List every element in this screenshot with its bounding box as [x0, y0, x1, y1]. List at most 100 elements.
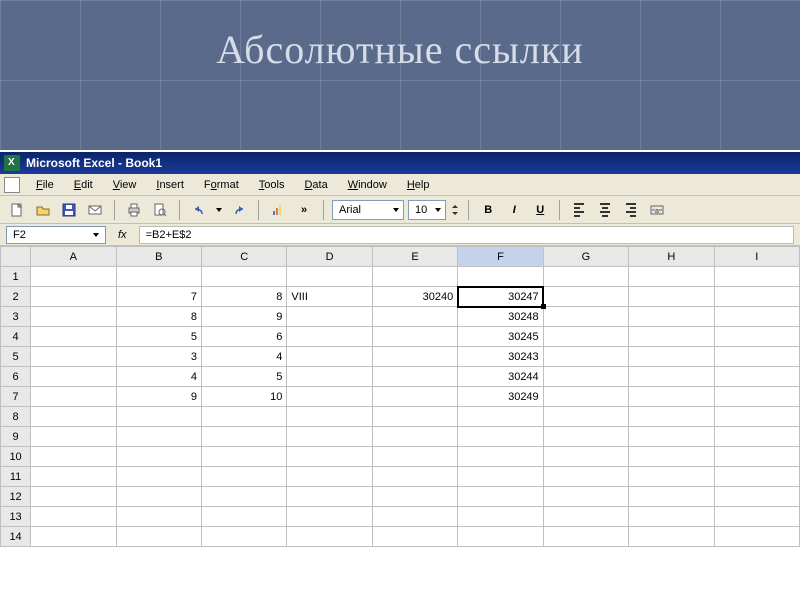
fx-label[interactable]: fx — [114, 229, 131, 241]
new-icon[interactable] — [6, 199, 28, 221]
cell-B4[interactable]: 5 — [116, 327, 201, 347]
merge-center-icon[interactable]: a — [646, 199, 668, 221]
cell-B7[interactable]: 9 — [116, 387, 201, 407]
cell-I7[interactable] — [714, 387, 799, 407]
cell-B11[interactable] — [116, 467, 201, 487]
cell-F3[interactable]: 30248 — [458, 307, 543, 327]
cell-G6[interactable] — [543, 367, 628, 387]
cell-G3[interactable] — [543, 307, 628, 327]
cell-C7[interactable]: 10 — [201, 387, 286, 407]
align-left-icon[interactable] — [568, 199, 590, 221]
cell-I11[interactable] — [714, 467, 799, 487]
col-header-A[interactable]: A — [31, 247, 116, 267]
cell-D14[interactable] — [287, 527, 372, 547]
row-header-4[interactable]: 4 — [1, 327, 31, 347]
cell-B3[interactable]: 8 — [116, 307, 201, 327]
cell-C5[interactable]: 4 — [201, 347, 286, 367]
cell-G13[interactable] — [543, 507, 628, 527]
cell-F1[interactable] — [458, 267, 543, 287]
cell-C14[interactable] — [201, 527, 286, 547]
cell-I3[interactable] — [714, 307, 799, 327]
cell-H11[interactable] — [629, 467, 714, 487]
cell-I1[interactable] — [714, 267, 799, 287]
cell-C9[interactable] — [201, 427, 286, 447]
spreadsheet-grid[interactable]: A B C D E F G H I 1278VIII30240302473893… — [0, 246, 800, 606]
cell-C13[interactable] — [201, 507, 286, 527]
menu-view[interactable]: View — [103, 177, 147, 193]
cell-H8[interactable] — [629, 407, 714, 427]
cell-D12[interactable] — [287, 487, 372, 507]
cell-A11[interactable] — [31, 467, 116, 487]
cell-C11[interactable] — [201, 467, 286, 487]
cell-D5[interactable] — [287, 347, 372, 367]
select-all-corner[interactable] — [1, 247, 31, 267]
row-header-11[interactable]: 11 — [1, 467, 31, 487]
row-header-6[interactable]: 6 — [1, 367, 31, 387]
cell-D9[interactable] — [287, 427, 372, 447]
cell-F2[interactable]: 30247 — [458, 287, 543, 307]
cell-E10[interactable] — [372, 447, 457, 467]
cell-E12[interactable] — [372, 487, 457, 507]
open-icon[interactable] — [32, 199, 54, 221]
cell-I4[interactable] — [714, 327, 799, 347]
cell-H2[interactable] — [629, 287, 714, 307]
cell-B5[interactable]: 3 — [116, 347, 201, 367]
cell-C6[interactable]: 5 — [201, 367, 286, 387]
cell-C10[interactable] — [201, 447, 286, 467]
cell-A13[interactable] — [31, 507, 116, 527]
cell-G9[interactable] — [543, 427, 628, 447]
cell-C4[interactable]: 6 — [201, 327, 286, 347]
row-header-14[interactable]: 14 — [1, 527, 31, 547]
cell-G4[interactable] — [543, 327, 628, 347]
cell-E7[interactable] — [372, 387, 457, 407]
undo-dropdown-icon[interactable] — [214, 199, 224, 221]
cell-C12[interactable] — [201, 487, 286, 507]
cell-E14[interactable] — [372, 527, 457, 547]
cell-E6[interactable] — [372, 367, 457, 387]
redo-icon[interactable] — [228, 199, 250, 221]
cell-A4[interactable] — [31, 327, 116, 347]
cell-F8[interactable] — [458, 407, 543, 427]
row-header-13[interactable]: 13 — [1, 507, 31, 527]
italic-button[interactable]: I — [503, 199, 525, 221]
cell-B10[interactable] — [116, 447, 201, 467]
cell-G7[interactable] — [543, 387, 628, 407]
col-header-E[interactable]: E — [372, 247, 457, 267]
col-header-H[interactable]: H — [629, 247, 714, 267]
cell-F13[interactable] — [458, 507, 543, 527]
cell-C1[interactable] — [201, 267, 286, 287]
cell-D2[interactable]: VIII — [287, 287, 372, 307]
cell-F7[interactable]: 30249 — [458, 387, 543, 407]
cell-E4[interactable] — [372, 327, 457, 347]
cell-E2[interactable]: 30240 — [372, 287, 457, 307]
cell-H4[interactable] — [629, 327, 714, 347]
cell-A1[interactable] — [31, 267, 116, 287]
cell-A8[interactable] — [31, 407, 116, 427]
cell-H9[interactable] — [629, 427, 714, 447]
menu-tools[interactable]: Tools — [249, 177, 295, 193]
cell-H13[interactable] — [629, 507, 714, 527]
cell-D6[interactable] — [287, 367, 372, 387]
cell-F6[interactable]: 30244 — [458, 367, 543, 387]
cell-F11[interactable] — [458, 467, 543, 487]
cell-D13[interactable] — [287, 507, 372, 527]
preview-icon[interactable] — [149, 199, 171, 221]
cell-F9[interactable] — [458, 427, 543, 447]
cell-I6[interactable] — [714, 367, 799, 387]
row-header-1[interactable]: 1 — [1, 267, 31, 287]
cell-D8[interactable] — [287, 407, 372, 427]
cell-E13[interactable] — [372, 507, 457, 527]
cell-C8[interactable] — [201, 407, 286, 427]
cell-D7[interactable] — [287, 387, 372, 407]
cell-E9[interactable] — [372, 427, 457, 447]
save-icon[interactable] — [58, 199, 80, 221]
menu-help[interactable]: Help — [397, 177, 440, 193]
print-icon[interactable] — [123, 199, 145, 221]
cell-H5[interactable] — [629, 347, 714, 367]
col-header-B[interactable]: B — [116, 247, 201, 267]
menu-data[interactable]: Data — [294, 177, 337, 193]
cell-A5[interactable] — [31, 347, 116, 367]
menu-format[interactable]: Format — [194, 177, 249, 193]
row-header-10[interactable]: 10 — [1, 447, 31, 467]
email-icon[interactable] — [84, 199, 106, 221]
